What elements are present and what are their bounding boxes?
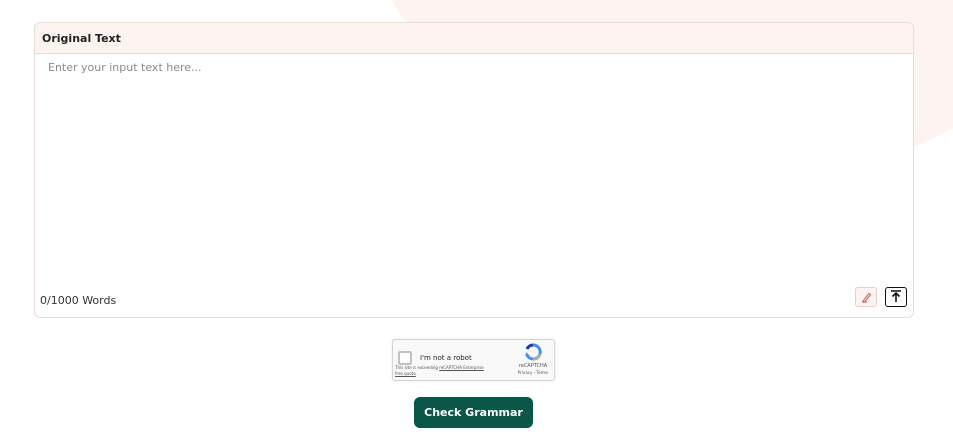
- editor-header: Original Text: [35, 23, 913, 54]
- recaptcha-links: Privacy - Terms: [511, 370, 555, 375]
- clear-text-button[interactable]: [855, 287, 877, 307]
- editor-title: Original Text: [42, 31, 121, 45]
- recaptcha-privacy-link[interactable]: Privacy: [518, 370, 532, 375]
- upload-icon: [889, 288, 903, 307]
- recaptcha-brand: reCAPTCHA: [518, 363, 548, 369]
- page: Original Text 0/1000 Words: [0, 0, 953, 437]
- recaptcha-quota-warning: This site is exceeding reCAPTCHA Enterpr…: [395, 365, 485, 377]
- recaptcha-logo-icon: [518, 343, 548, 361]
- upload-file-button[interactable]: [885, 287, 907, 307]
- check-grammar-button[interactable]: Check Grammar: [414, 397, 533, 428]
- editor-card: Original Text 0/1000 Words: [34, 22, 914, 318]
- recaptcha-warning-text: This site is exceeding: [395, 365, 440, 370]
- eraser-icon: [860, 288, 872, 307]
- word-count: 0/1000 Words: [40, 294, 117, 307]
- editor-footer: 0/1000 Words: [35, 283, 913, 317]
- recaptcha-widget: I'm not a robot This site is exceeding r…: [392, 339, 555, 381]
- recaptcha-terms-link[interactable]: Terms: [536, 370, 548, 375]
- recaptcha-checkbox[interactable]: [398, 351, 412, 365]
- recaptcha-label: I'm not a robot: [420, 354, 472, 362]
- original-text-input[interactable]: [35, 54, 913, 280]
